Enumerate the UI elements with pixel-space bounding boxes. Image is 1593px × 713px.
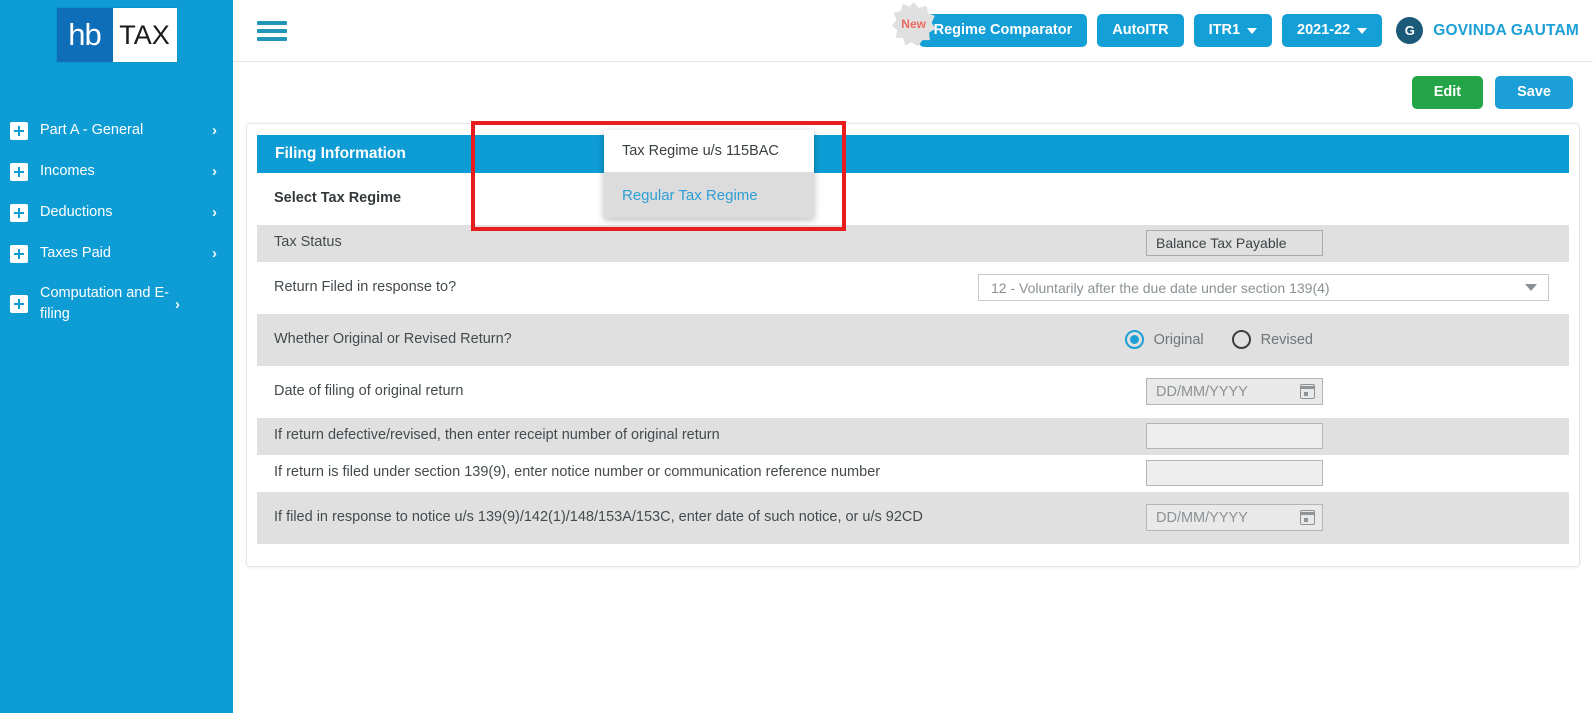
- row-label: If return is filed under section 139(9),…: [274, 464, 881, 481]
- sidebar-item-label: Taxes Paid: [40, 244, 111, 261]
- tax-regime-option-regular[interactable]: Regular Tax Regime: [604, 172, 814, 218]
- sidebar-item-taxes-paid[interactable]: Taxes Paid ›: [0, 233, 233, 274]
- filing-information-card: Filing Information Select Tax Regime Tax…: [246, 122, 1580, 567]
- logo-text-hb: hb: [56, 8, 113, 62]
- notice-number-input[interactable]: [1146, 460, 1323, 486]
- plus-icon: [10, 295, 28, 314]
- plus-icon: [10, 121, 28, 140]
- calendar-icon[interactable]: [1300, 384, 1315, 399]
- action-row: Edit Save: [233, 62, 1593, 109]
- edit-button[interactable]: Edit: [1411, 76, 1484, 109]
- select-value: 12 - Voluntarily after the due date unde…: [991, 279, 1330, 296]
- row-control: 12 - Voluntarily after the due date unde…: [978, 274, 1561, 301]
- plus-icon: [10, 203, 28, 222]
- logo-mark: hb TAX: [56, 8, 177, 62]
- save-button[interactable]: Save: [1495, 76, 1573, 109]
- hamburger-bar: [257, 36, 287, 41]
- row-label: Whether Original or Revised Return?: [274, 330, 512, 347]
- username-label[interactable]: GOVINDA GAUTAM: [1433, 22, 1579, 40]
- regime-comparator-wrap: New Regime Comparator: [891, 2, 1088, 47]
- sidebar: hb TAX Part A - General › Incomes › Dedu…: [0, 0, 233, 713]
- plus-icon: [10, 162, 28, 181]
- date-placeholder: DD/MM/YYYY: [1156, 509, 1248, 526]
- tax-regime-dropdown-menu: Tax Regime u/s 115BAC Regular Tax Regime: [604, 130, 814, 218]
- row-tax-status: Tax Status Balance Tax Payable: [257, 224, 1569, 262]
- radio-icon[interactable]: [1231, 330, 1251, 349]
- row-select-tax-regime: Select Tax Regime: [257, 173, 1569, 225]
- row-original-or-revised: Whether Original or Revised Return? Orig…: [257, 313, 1569, 366]
- row-notice-number-139-9: If return is filed under section 139(9),…: [257, 455, 1569, 492]
- top-bar-actions: New Regime Comparator AutoITR ITR1 2021-…: [891, 2, 1579, 47]
- chevron-down-icon: [1357, 27, 1368, 34]
- radio-icon-selected[interactable]: [1124, 330, 1144, 349]
- row-date-of-filing-original-return: Date of filing of original return DD/MM/…: [257, 366, 1569, 418]
- chevron-down-icon: [1247, 27, 1258, 34]
- date-placeholder: DD/MM/YYYY: [1156, 383, 1248, 400]
- hamburger-bar: [257, 28, 287, 33]
- top-bar: New Regime Comparator AutoITR ITR1 2021-…: [233, 0, 1593, 62]
- application-root: hb TAX Part A - General › Incomes › Dedu…: [0, 0, 1593, 713]
- chevron-right-icon: ›: [212, 163, 217, 180]
- sidebar-item-label: Incomes: [40, 162, 95, 179]
- chevron-right-icon: ›: [212, 204, 217, 221]
- row-label: Date of filing of original return: [274, 382, 464, 399]
- card-header-title: Filing Information: [257, 134, 1569, 173]
- return-filed-response-select[interactable]: 12 - Voluntarily after the due date unde…: [978, 274, 1549, 301]
- chevron-right-icon: ›: [212, 122, 217, 139]
- card-footer-spacer: [247, 544, 1579, 566]
- chevron-right-icon: ›: [212, 245, 217, 262]
- row-label: Return Filed in response to?: [274, 278, 457, 295]
- app-logo[interactable]: hb TAX: [0, 0, 233, 62]
- row-control: [1146, 423, 1561, 449]
- logo-text-tax: TAX: [112, 8, 177, 62]
- autoitr-button[interactable]: AutoITR: [1097, 14, 1184, 47]
- date-of-notice-input[interactable]: DD/MM/YYYY: [1146, 504, 1323, 531]
- chevron-down-icon: [1525, 284, 1537, 291]
- regime-comparator-button[interactable]: Regime Comparator: [918, 14, 1088, 47]
- row-control: DD/MM/YYYY: [1146, 378, 1561, 405]
- assessment-year-label: 2021-22: [1297, 22, 1351, 39]
- sidebar-item-label: Computation and E-filing: [40, 285, 169, 323]
- main-content: New Regime Comparator AutoITR ITR1 2021-…: [233, 0, 1593, 713]
- chevron-right-icon: ›: [175, 295, 180, 313]
- tax-status-value: Balance Tax Payable: [1146, 230, 1323, 256]
- calendar-icon[interactable]: [1300, 510, 1315, 525]
- row-control: Balance Tax Payable: [1146, 230, 1561, 256]
- row-label: Tax Status: [274, 234, 342, 251]
- receipt-number-input[interactable]: [1146, 423, 1323, 449]
- row-label: If return defective/revised, then enter …: [274, 427, 720, 444]
- form-type-label: ITR1: [1208, 22, 1241, 39]
- radio-option-revised[interactable]: Revised: [1231, 330, 1313, 349]
- row-date-of-notice: If filed in response to notice u/s 139(9…: [257, 491, 1569, 544]
- hamburger-icon[interactable]: [257, 17, 287, 45]
- row-control: DD/MM/YYYY: [1146, 504, 1561, 531]
- form-type-dropdown[interactable]: ITR1: [1193, 14, 1273, 47]
- row-return-filed-in-response-to: Return Filed in response to? 12 - Volunt…: [257, 262, 1569, 314]
- new-badge: New: [891, 2, 936, 47]
- row-label: Select Tax Regime: [274, 189, 402, 206]
- avatar[interactable]: G: [1396, 17, 1424, 44]
- radio-label: Original: [1153, 331, 1204, 348]
- sidebar-item-label: Deductions: [40, 203, 113, 220]
- row-control: [1146, 460, 1561, 486]
- sidebar-item-deductions[interactable]: Deductions ›: [0, 192, 233, 233]
- plus-icon: [10, 244, 28, 263]
- date-of-filing-original-return-input[interactable]: DD/MM/YYYY: [1146, 378, 1323, 405]
- sidebar-item-label: Part A - General: [40, 121, 144, 138]
- tax-regime-option-115bac[interactable]: Tax Regime u/s 115BAC: [604, 130, 814, 172]
- sidebar-nav: Part A - General › Incomes › Deductions …: [0, 110, 233, 334]
- sidebar-item-computation-and-e-filing[interactable]: Computation and E-filing ›: [0, 274, 233, 334]
- radio-option-original[interactable]: Original: [1124, 330, 1204, 349]
- assessment-year-dropdown[interactable]: 2021-22: [1282, 14, 1383, 47]
- radio-label: Revised: [1260, 331, 1313, 348]
- row-label: If filed in response to notice u/s 139(9…: [274, 508, 923, 525]
- hamburger-bar: [257, 20, 287, 25]
- row-receipt-number-original-return: If return defective/revised, then enter …: [257, 417, 1569, 455]
- sidebar-item-incomes[interactable]: Incomes ›: [0, 151, 233, 192]
- original-revised-radio-group: Original Revised: [1124, 330, 1313, 349]
- sidebar-item-part-a-general[interactable]: Part A - General ›: [0, 110, 233, 151]
- row-control: Original Revised: [1124, 330, 1561, 349]
